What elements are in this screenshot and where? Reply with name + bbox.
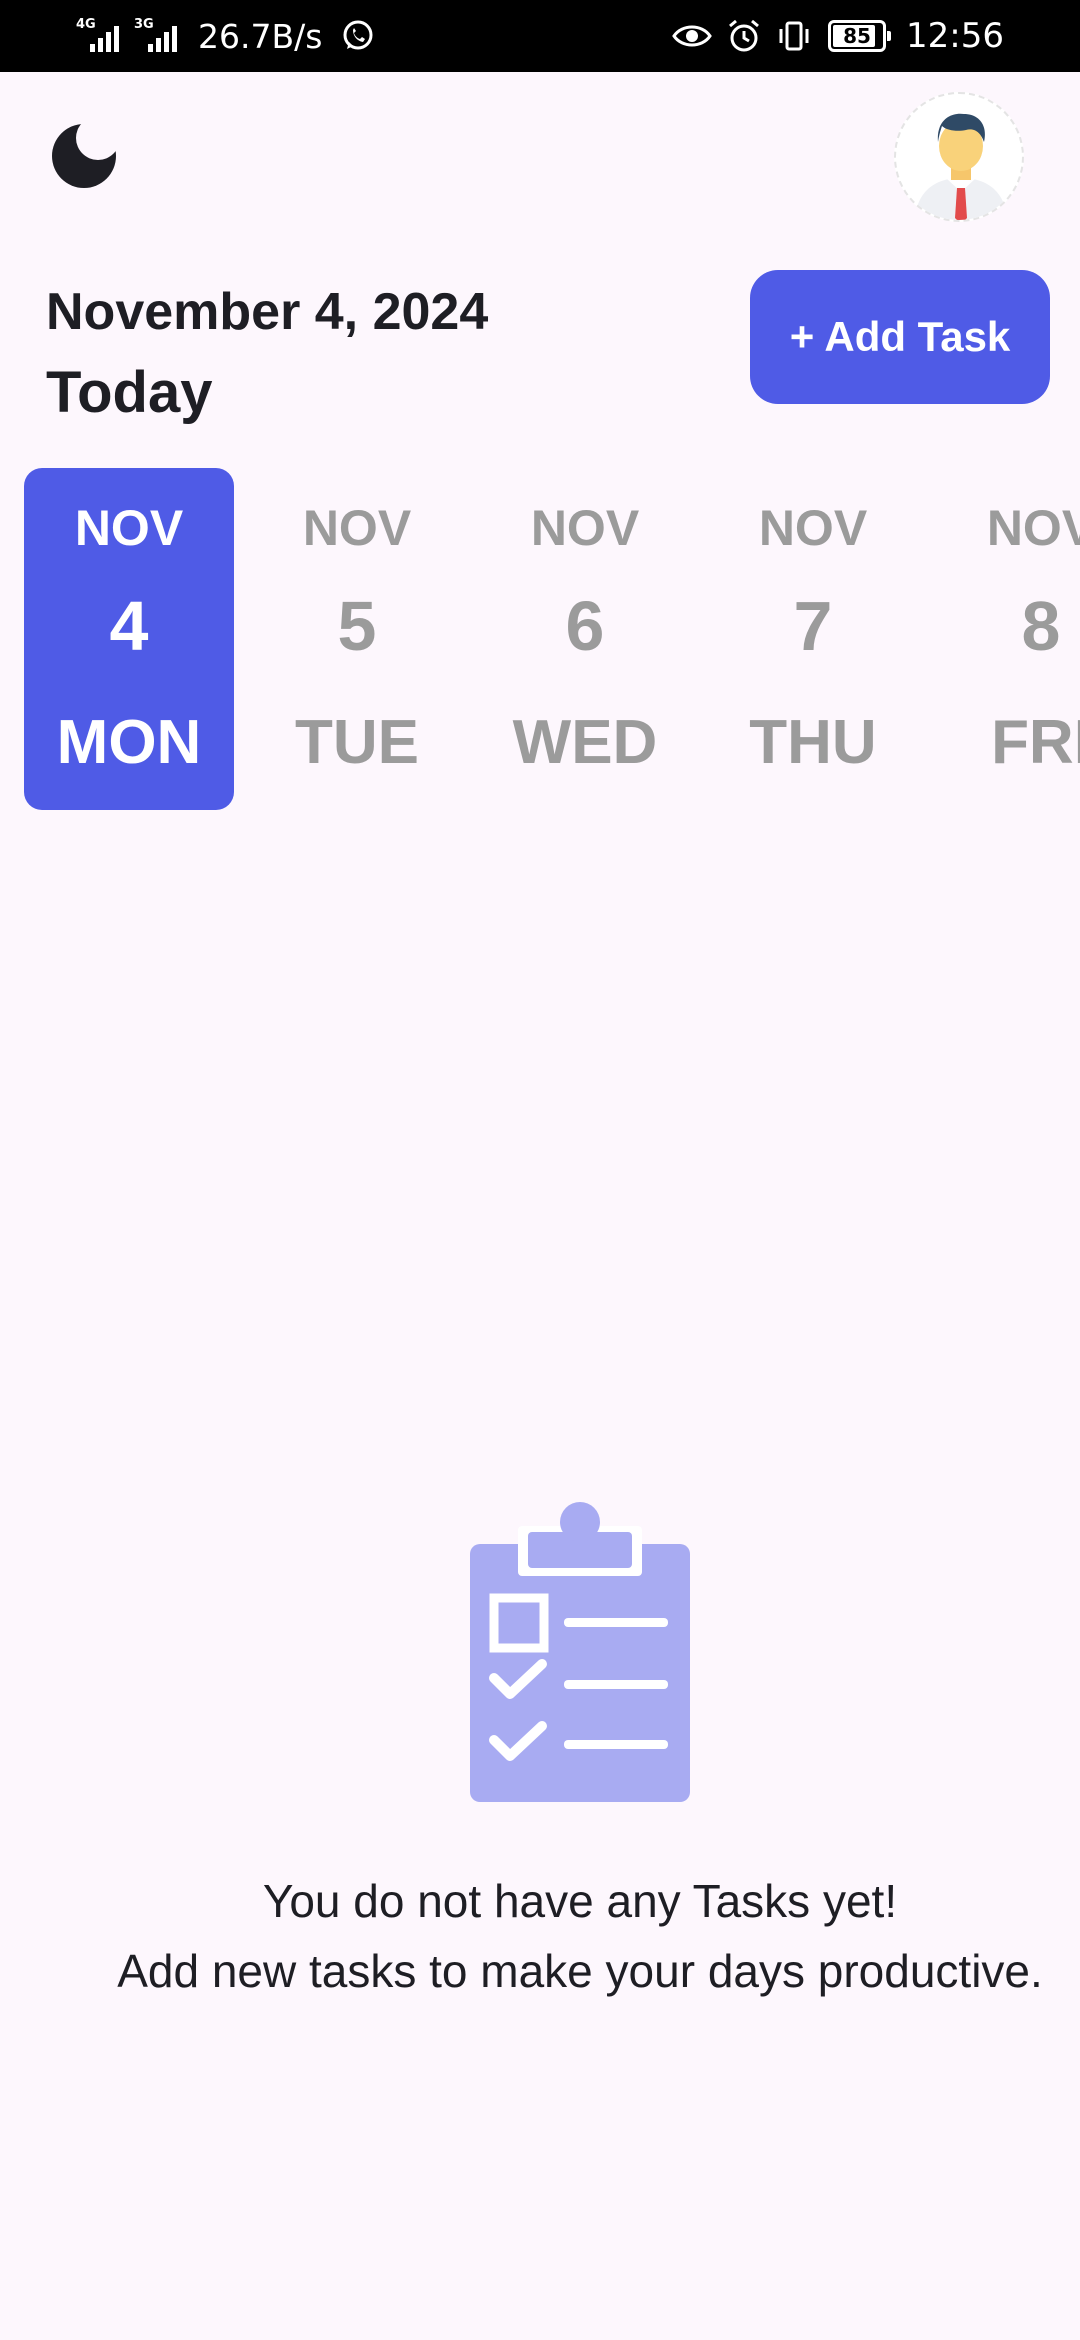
date-header: November 4, 2024 Today	[46, 272, 488, 434]
date-strip[interactable]: NOV 4 MON NOV 5 TUE NOV 6 WED NOV 7 THU …	[24, 468, 1080, 810]
add-task-button[interactable]: + Add Task	[750, 270, 1050, 404]
date-weekday: MON	[56, 708, 202, 777]
date-month: NOV	[986, 500, 1080, 556]
date-weekday: TUE	[295, 708, 419, 777]
date-month: NOV	[74, 500, 184, 556]
date-month: NOV	[302, 500, 412, 556]
eye-icon	[672, 18, 712, 54]
date-day: 7	[793, 587, 833, 665]
date-item-nov-7[interactable]: NOV 7 THU	[708, 468, 918, 810]
clock: 12:56	[906, 16, 1004, 56]
date-day: 5	[337, 587, 377, 665]
date-day: 4	[109, 587, 149, 665]
date-weekday: FRI	[991, 708, 1080, 777]
date-item-nov-8[interactable]: NOV 8 FRI	[936, 468, 1080, 810]
empty-state-message: You do not have any Tasks yet! Add new t…	[60, 1866, 1080, 2006]
battery-icon: 85	[828, 20, 892, 52]
battery-level: 85	[843, 24, 871, 48]
status-right: 85 12:56	[658, 0, 1004, 72]
date-item-nov-6[interactable]: NOV 6 WED	[480, 468, 690, 810]
avatar[interactable]	[894, 92, 1024, 222]
whatsapp-icon	[343, 20, 373, 50]
date-month: NOV	[530, 500, 640, 556]
avatar-icon	[914, 113, 1008, 220]
date-item-nov-5[interactable]: NOV 5 TUE	[252, 468, 462, 810]
date-weekday: WED	[512, 708, 658, 777]
vibrate-icon	[776, 18, 812, 54]
date-day: 6	[565, 587, 605, 665]
alarm-icon	[726, 18, 762, 54]
date-day: 8	[1021, 587, 1061, 665]
status-bar: 4G 3G 26.7B/s 85 12:56	[0, 0, 1080, 72]
empty-state-line-2: Add new tasks to make your days producti…	[117, 1945, 1043, 1997]
network-speed: 26.7B/s	[198, 16, 323, 56]
date-weekday: THU	[749, 708, 877, 777]
today-label: Today	[46, 360, 213, 425]
status-left: 4G 3G 26.7B/s	[76, 0, 376, 72]
signal-3g-icon: 3G	[134, 18, 184, 54]
date-month: NOV	[758, 500, 868, 556]
moon-icon[interactable]	[48, 120, 120, 192]
signal-4g-icon: 4G	[76, 18, 126, 54]
current-date: November 4, 2024	[46, 283, 489, 341]
empty-state-line-1: You do not have any Tasks yet!	[262, 1875, 898, 1927]
clipboard-checklist-icon	[470, 1502, 690, 1802]
date-item-nov-4[interactable]: NOV 4 MON	[24, 468, 234, 810]
